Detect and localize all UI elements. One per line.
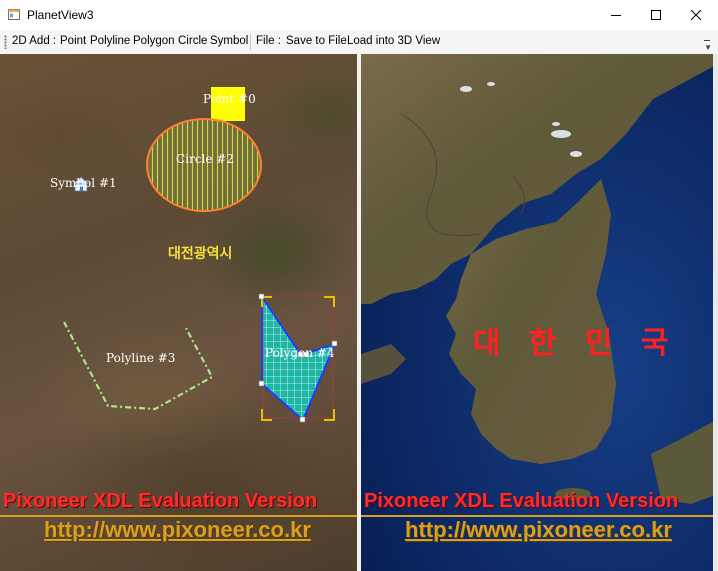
vertical-scrollbar[interactable] xyxy=(713,54,718,571)
title-bar: PlanetView3 xyxy=(0,0,718,30)
circle-label: Circle #2 xyxy=(176,152,234,166)
file-label: File : xyxy=(256,35,281,47)
watermark-title-left: Pixoneer XDL Evaluation Version xyxy=(3,490,318,512)
add-polygon-button[interactable]: Polygon xyxy=(133,35,175,47)
polygon-label: Polygon #4 xyxy=(265,346,335,360)
close-button[interactable] xyxy=(676,0,716,30)
maximize-button[interactable] xyxy=(636,0,676,30)
watermark-title-right: Pixoneer XDL Evaluation Version xyxy=(364,490,679,512)
toolbar-grip[interactable] xyxy=(4,35,7,49)
app-icon xyxy=(8,9,20,20)
toolbar-overflow-icon[interactable]: ▼ xyxy=(704,40,712,52)
add-polyline-button[interactable]: Polyline xyxy=(90,35,130,47)
minimize-button[interactable] xyxy=(596,0,636,30)
window-title: PlanetView3 xyxy=(27,8,94,22)
symbol-label: Symbol #1 xyxy=(50,176,117,190)
add-circle-button[interactable]: Circle xyxy=(178,35,207,47)
map-2d-view[interactable]: Point #0 Circle #2 Symbol #1 대전광역시 Polyl… xyxy=(0,54,357,571)
map-3d-view[interactable]: 대 한 민 국 Pixoneer XDL Evaluation Version … xyxy=(361,54,718,571)
minimize-icon xyxy=(611,15,621,16)
watermark-url-left: http://www.pixoneer.co.kr xyxy=(44,517,311,542)
maximize-icon xyxy=(651,10,661,20)
load-into-3d-button[interactable]: Load into 3D View xyxy=(347,35,440,47)
add-point-button[interactable]: Point xyxy=(60,35,86,47)
add-2d-label: 2D Add : xyxy=(12,35,57,47)
save-to-file-button[interactable]: Save to File xyxy=(286,35,347,47)
toolbar: 2D Add : Point Polyline Polygon Circle S… xyxy=(0,30,718,54)
watermark-url-right: http://www.pixoneer.co.kr xyxy=(405,517,672,542)
close-icon xyxy=(691,10,701,20)
planetview-window: PlanetView3 2D Add : Point Polyline Poly… xyxy=(0,0,718,571)
city-label: 대전광역시 xyxy=(168,245,233,261)
polyline-shape[interactable] xyxy=(63,321,214,411)
country-label: 대 한 민 국 xyxy=(473,327,679,360)
polyline-label: Polyline #3 xyxy=(106,351,176,365)
add-symbol-button[interactable]: Symbol xyxy=(210,35,248,47)
toolbar-separator xyxy=(250,34,251,50)
point-label: Point #0 xyxy=(203,92,256,106)
